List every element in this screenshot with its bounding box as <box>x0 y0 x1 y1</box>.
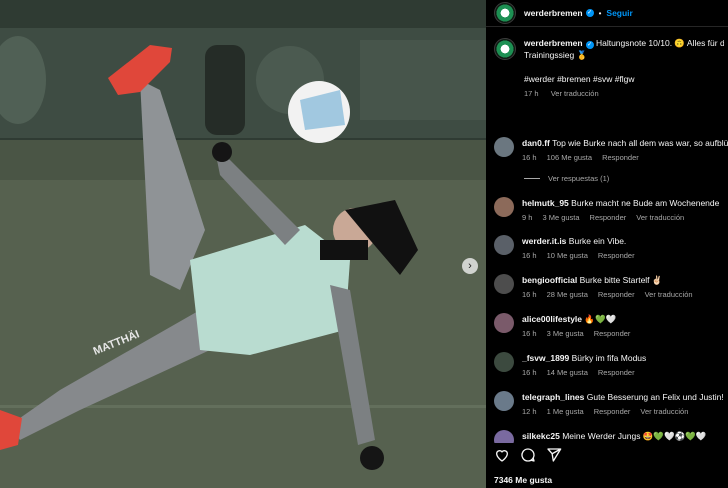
comment-text: Burke ein Vibe. <box>568 236 627 246</box>
commenter-avatar[interactable] <box>494 197 514 217</box>
commenter-username[interactable]: dan0.ff <box>522 138 550 148</box>
caption-translate-link[interactable]: Ver traducción <box>551 89 599 98</box>
commenter-avatar[interactable] <box>494 430 514 443</box>
caption-hashtags[interactable]: #werder #bremen #svw #flgw <box>524 73 724 85</box>
separator-dot: • <box>598 8 602 18</box>
comment-likes[interactable]: 3 Me gusta <box>547 329 584 338</box>
comment-likes[interactable]: 28 Me gusta <box>547 290 588 299</box>
likes-count[interactable]: 7346 Me gusta <box>494 475 552 485</box>
comment-item: alice00lifestyle 🔥💚🤍 16 h 3 Me gusta Respon… <box>494 313 728 340</box>
comment-time: 16 h <box>522 251 537 260</box>
reply-link[interactable]: Responder <box>598 290 635 299</box>
translate-link[interactable]: Ver traducción <box>640 407 688 416</box>
football-training-image: MATTHÄI <box>0 0 486 488</box>
comment-text: Gute Besserung an Felix und Justin! <box>586 392 724 402</box>
caption-avatar[interactable] <box>494 38 516 60</box>
comment-time: 12 h <box>522 407 537 416</box>
comment-likes[interactable]: 1 Me gusta <box>547 407 584 416</box>
comment-likes[interactable]: 14 Me gusta <box>547 368 588 377</box>
comment-item: bengioofficial Burke bitte Startelf ✌🏻 16… <box>494 274 728 301</box>
commenter-username[interactable]: helmutk_95 <box>522 198 569 208</box>
commenter-username[interactable]: bengioofficial <box>522 275 577 285</box>
reply-link[interactable]: Responder <box>594 407 631 416</box>
view-replies-label[interactable]: Ver respuestas (1) <box>548 174 609 183</box>
comment-item: telegraph_lines Gute Besserung an Felix … <box>494 391 728 418</box>
commenter-avatar[interactable] <box>494 391 514 411</box>
comment-item: werder.it.is Burke ein Vibe. 16 h 10 Me gu… <box>494 235 728 262</box>
commenter-avatar[interactable] <box>494 274 514 294</box>
reply-link[interactable]: Responder <box>598 368 635 377</box>
verified-icon: ✓ <box>585 41 594 49</box>
reply-link[interactable]: Responder <box>590 213 627 222</box>
commenter-avatar[interactable] <box>494 137 514 157</box>
comment-item: silkekc25 Meine Werder Jungs 🤩💚🤍⚽💚🤍15 h1… <box>494 430 728 443</box>
comments-list[interactable]: werderbremen ✓ Haltungsnote 10/10. 🙃 Alle… <box>486 27 728 443</box>
comment-text: Top wie Burke nach all dem was war, so a… <box>552 138 728 148</box>
comment-text: Meine Werder Jungs 🤩💚🤍⚽💚🤍 <box>562 431 707 441</box>
commenter-username[interactable]: alice00lifestyle <box>522 314 582 324</box>
comment-time: 16 h <box>522 153 537 162</box>
commenter-avatar[interactable] <box>494 235 514 255</box>
caption-text-line2: Trainingssieg 🥇 <box>524 50 588 60</box>
caption-time: 17 h <box>524 89 539 98</box>
chevron-right-icon[interactable]: › <box>462 258 478 274</box>
translate-link[interactable]: Ver traducción <box>645 290 693 299</box>
comment-item: _fsvw_1899 Bürky im fifa Modus 16 h 14 Me … <box>494 352 728 379</box>
view-replies-link[interactable]: Ver respuestas (1) <box>524 174 609 183</box>
comment-text: Burke macht ne Bude am Wochenende <box>571 198 720 208</box>
comment-text: Burke bitte Startelf ✌🏻 <box>579 275 663 285</box>
post-header: werderbremen ✓ • Seguir <box>486 0 728 27</box>
comment-item: helmutk_95 Burke macht ne Bude am Wochen… <box>494 197 728 224</box>
post-actions <box>494 446 562 464</box>
caption-text: Haltungsnote 10/10. 🙃 Alles für den <box>595 38 724 48</box>
commenter-username[interactable]: silkekc25 <box>522 431 560 441</box>
post-caption: werderbremen ✓ Haltungsnote 10/10. 🙃 Alle… <box>486 27 728 100</box>
post-photo[interactable]: MATTHÄI › <box>0 0 486 488</box>
commenter-username[interactable]: _fsvw_1899 <box>522 353 569 363</box>
reply-link[interactable]: Responder <box>594 329 631 338</box>
heart-icon[interactable] <box>494 447 510 463</box>
commenter-username[interactable]: telegraph_lines <box>522 392 584 402</box>
account-name[interactable]: werderbremen <box>524 8 583 18</box>
comment-icon[interactable] <box>520 447 536 463</box>
comment-time: 16 h <box>522 368 537 377</box>
comment-time: 16 h <box>522 290 537 299</box>
replies-line <box>524 178 540 179</box>
comment-time: 9 h <box>522 213 533 222</box>
comment-time: 16 h <box>522 329 537 338</box>
comment-likes[interactable]: 10 Me gusta <box>547 251 588 260</box>
follow-button[interactable]: Seguir <box>606 8 632 18</box>
account-avatar[interactable] <box>494 2 516 24</box>
commenter-username[interactable]: werder.it.is <box>522 236 566 246</box>
comment-likes[interactable]: 106 Me gusta <box>547 153 592 162</box>
comment-text: 🔥💚🤍 <box>584 314 617 324</box>
reply-link[interactable]: Responder <box>602 153 639 162</box>
share-icon[interactable] <box>546 447 562 463</box>
commenter-avatar[interactable] <box>494 313 514 333</box>
post-side-panel: werderbremen ✓ • Seguir werderbremen ✓ Ha… <box>486 0 728 488</box>
commenter-avatar[interactable] <box>494 352 514 372</box>
comment-text: Bürky im fifa Modus <box>571 353 647 363</box>
reply-link[interactable]: Responder <box>598 251 635 260</box>
caption-username[interactable]: werderbremen <box>524 38 583 48</box>
verified-icon: ✓ <box>585 9 594 17</box>
comment-item: dan0.ff Top wie Burke nach all dem was w… <box>494 137 728 164</box>
translate-link[interactable]: Ver traducción <box>636 213 684 222</box>
comment-likes[interactable]: 3 Me gusta <box>542 213 579 222</box>
